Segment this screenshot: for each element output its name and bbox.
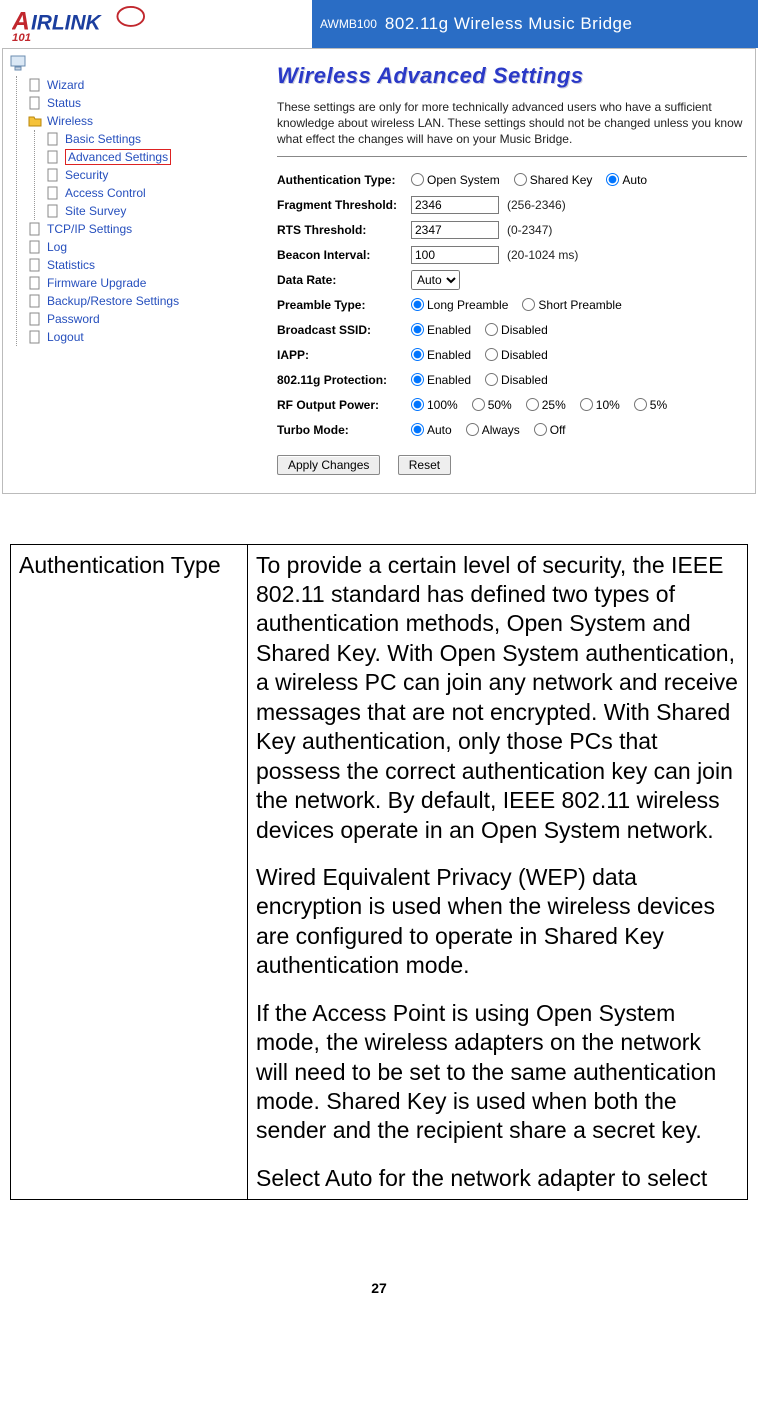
- page-number: 27: [0, 1280, 758, 1312]
- banner-title-area: AWMB100 802.11g Wireless Music Bridge: [312, 0, 758, 48]
- doc-row-label: Authentication Type: [11, 544, 248, 1200]
- page-icon: [27, 312, 43, 326]
- page-icon: [45, 186, 61, 200]
- nav-site-survey[interactable]: Site Survey: [45, 202, 257, 220]
- rts-input[interactable]: [411, 221, 499, 239]
- nav-advanced-settings[interactable]: Advanced Settings: [45, 148, 257, 166]
- table-row: Authentication Type To provide a certain…: [11, 544, 748, 1200]
- doc-table: Authentication Type To provide a certain…: [10, 544, 748, 1201]
- radio-long-preamble[interactable]: Long Preamble: [411, 298, 508, 312]
- doc-p1: To provide a certain level of security, …: [256, 551, 739, 845]
- radio-short-preamble[interactable]: Short Preamble: [522, 298, 621, 312]
- nav-security[interactable]: Security: [45, 166, 257, 184]
- page-icon: [45, 132, 61, 146]
- page-icon: [45, 150, 61, 164]
- config-panel: Wizard Status Wireless Basic Settings Ad…: [2, 48, 756, 494]
- nav-tree: Wizard Status Wireless Basic Settings Ad…: [16, 76, 257, 346]
- nav-wizard[interactable]: Wizard: [27, 76, 257, 94]
- radio-protection-enabled[interactable]: Enabled: [411, 373, 471, 387]
- radio-rf-5[interactable]: 5%: [634, 398, 667, 412]
- nav-basic-settings[interactable]: Basic Settings: [45, 130, 257, 148]
- page-icon: [27, 78, 43, 92]
- fragment-hint: (256-2346): [507, 198, 566, 212]
- label-beacon: Beacon Interval:: [277, 248, 411, 262]
- label-rf-power: RF Output Power:: [277, 398, 411, 412]
- svg-text:IRLINK: IRLINK: [31, 12, 103, 35]
- beacon-input[interactable]: [411, 246, 499, 264]
- page-icon: [27, 294, 43, 308]
- doc-p3: If the Access Point is using Open System…: [256, 999, 739, 1146]
- doc-p4: Select Auto for the network adapter to s…: [256, 1164, 739, 1193]
- page-icon: [27, 222, 43, 236]
- nav-log[interactable]: Log: [27, 238, 257, 256]
- radio-shared-key[interactable]: Shared Key: [514, 173, 593, 187]
- airlink-logo: A IRLINK 101: [12, 5, 164, 43]
- label-preamble: Preamble Type:: [277, 298, 411, 312]
- nav-status[interactable]: Status: [27, 94, 257, 112]
- page-icon: [27, 240, 43, 254]
- page-icon: [45, 204, 61, 218]
- radio-iapp-disabled[interactable]: Disabled: [485, 348, 548, 362]
- radio-auto[interactable]: Auto: [606, 173, 647, 187]
- label-turbo: Turbo Mode:: [277, 423, 411, 437]
- content-area: Wireless Advanced Settings These setting…: [263, 49, 755, 493]
- rts-hint: (0-2347): [507, 223, 552, 237]
- doc-p2: Wired Equivalent Privacy (WEP) data encr…: [256, 863, 739, 981]
- svg-text:101: 101: [12, 32, 31, 43]
- nav-password[interactable]: Password: [27, 310, 257, 328]
- logo-area: A IRLINK 101: [0, 0, 312, 48]
- page-heading: Wireless Advanced Settings: [277, 63, 747, 89]
- computer-icon: [9, 55, 29, 71]
- page-icon: [45, 168, 61, 182]
- page-icon: [27, 276, 43, 290]
- data-rate-select[interactable]: Auto: [411, 270, 460, 290]
- reset-button[interactable]: Reset: [398, 455, 451, 475]
- label-fragment: Fragment Threshold:: [277, 198, 411, 212]
- model-code: AWMB100: [320, 17, 377, 31]
- radio-rf-10[interactable]: 10%: [580, 398, 620, 412]
- label-broadcast: Broadcast SSID:: [277, 323, 411, 337]
- folder-open-icon: [27, 114, 43, 128]
- label-iapp: IAPP:: [277, 348, 411, 362]
- page-icon: [27, 258, 43, 272]
- nav-logout[interactable]: Logout: [27, 328, 257, 346]
- nav-wireless[interactable]: Wireless: [27, 112, 257, 130]
- page-description: These settings are only for more technic…: [277, 99, 747, 148]
- radio-rf-50[interactable]: 50%: [472, 398, 512, 412]
- nav-sidebar: Wizard Status Wireless Basic Settings Ad…: [3, 49, 263, 493]
- banner-title: 802.11g Wireless Music Bridge: [385, 14, 633, 34]
- radio-broadcast-disabled[interactable]: Disabled: [485, 323, 548, 337]
- page-icon: [27, 330, 43, 344]
- label-protection: 802.11g Protection:: [277, 373, 411, 387]
- radio-open-system[interactable]: Open System: [411, 173, 500, 187]
- radio-broadcast-enabled[interactable]: Enabled: [411, 323, 471, 337]
- radio-iapp-enabled[interactable]: Enabled: [411, 348, 471, 362]
- radio-turbo-off[interactable]: Off: [534, 423, 566, 437]
- nav-tcpip[interactable]: TCP/IP Settings: [27, 220, 257, 238]
- radio-turbo-always[interactable]: Always: [466, 423, 520, 437]
- beacon-hint: (20-1024 ms): [507, 248, 578, 262]
- radio-rf-25[interactable]: 25%: [526, 398, 566, 412]
- label-rts: RTS Threshold:: [277, 223, 411, 237]
- nav-backup[interactable]: Backup/Restore Settings: [27, 292, 257, 310]
- fragment-input[interactable]: [411, 196, 499, 214]
- radio-rf-100[interactable]: 100%: [411, 398, 458, 412]
- nav-access-control[interactable]: Access Control: [45, 184, 257, 202]
- banner-header: A IRLINK 101 AWMB100 802.11g Wireless Mu…: [0, 0, 758, 48]
- radio-turbo-auto[interactable]: Auto: [411, 423, 452, 437]
- label-auth-type: Authentication Type:: [277, 173, 411, 187]
- nav-statistics[interactable]: Statistics: [27, 256, 257, 274]
- radio-protection-disabled[interactable]: Disabled: [485, 373, 548, 387]
- page-icon: [27, 96, 43, 110]
- doc-row-body: To provide a certain level of security, …: [248, 544, 748, 1200]
- divider: [277, 156, 747, 157]
- apply-changes-button[interactable]: Apply Changes: [277, 455, 380, 475]
- label-data-rate: Data Rate:: [277, 273, 411, 287]
- nav-firmware[interactable]: Firmware Upgrade: [27, 274, 257, 292]
